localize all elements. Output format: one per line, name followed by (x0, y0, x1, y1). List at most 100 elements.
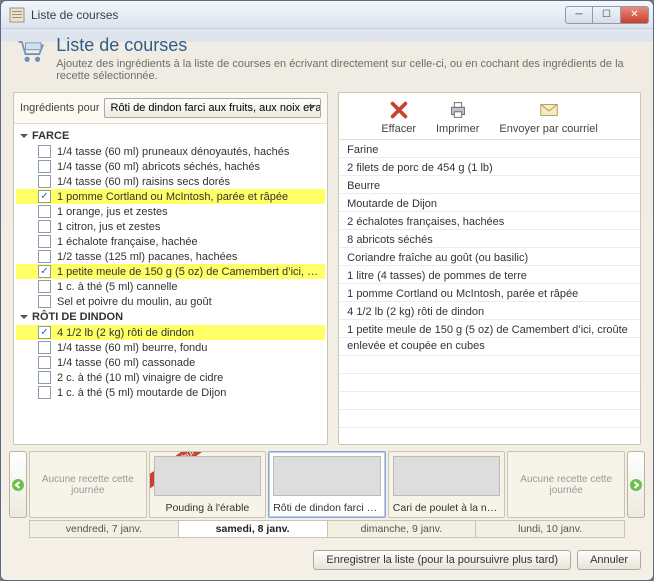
ingredient-text: 4 1/2 lb (2 kg) rôti de dindon (57, 327, 194, 339)
day-cell[interactable]: samedi, 8 janv. (178, 520, 327, 538)
ingredient-checkbox[interactable] (38, 190, 51, 203)
page-subtitle: Ajoutez des ingrédients à la liste de co… (56, 58, 639, 82)
dialog-footer: Enregistrer la liste (pour la poursuivre… (1, 544, 653, 580)
ingredient-item[interactable]: 1/4 tasse (60 ml) abricots séchés, haché… (16, 159, 325, 174)
ingredient-text: 1 échalote française, hachée (57, 236, 198, 248)
ingredient-item[interactable]: 1 citron, jus et zestes (16, 219, 325, 234)
recipe-caption: Pouding à l'érable (150, 500, 266, 517)
maximize-button[interactable]: ☐ (593, 6, 621, 24)
shopping-list[interactable]: Farine2 filets de porc de 454 g (1 lb)Be… (339, 140, 640, 444)
caret-down-icon (20, 134, 28, 142)
ingredient-checkbox[interactable] (38, 220, 51, 233)
group-header[interactable]: FARCE (16, 128, 325, 144)
ingredient-item[interactable]: 4 1/2 lb (2 kg) rôti de dindon (16, 325, 325, 340)
ingredient-checkbox[interactable] (38, 371, 51, 384)
cancel-button[interactable]: Annuler (577, 550, 641, 570)
ingredient-item[interactable]: 1/2 tasse (125 ml) pacanes, hachées (16, 249, 325, 264)
ingredient-item[interactable]: 1/4 tasse (60 ml) beurre, fondu (16, 340, 325, 355)
ingredient-checkbox[interactable] (38, 295, 51, 308)
recipe-card[interactable]: Aucune recette cette journée (507, 451, 625, 518)
day-cell[interactable]: vendredi, 7 janv. (29, 520, 178, 538)
recipe-card[interactable]: Cari de poulet à la noix … (388, 451, 506, 518)
recipe-card[interactable]: Aujourd'huiPouding à l'érable (149, 451, 267, 518)
ingredient-item[interactable]: 1 c. à thé (5 ml) cannelle (16, 279, 325, 294)
page-header: Liste de courses Ajoutez des ingrédients… (1, 29, 653, 92)
shopping-list-row[interactable]: 8 abricots séchés (339, 230, 640, 248)
caret-down-icon (20, 315, 28, 323)
ingredient-text: 1 citron, jus et zestes (57, 221, 160, 233)
ingredient-text: 1/4 tasse (60 ml) abricots séchés, haché… (57, 161, 260, 173)
ingredient-item[interactable]: 1 orange, jus et zestes (16, 204, 325, 219)
cart-icon (15, 35, 46, 71)
titlebar[interactable]: Liste de courses ─ ☐ ✕ (1, 1, 653, 29)
ingredient-checkbox[interactable] (38, 175, 51, 188)
ingredient-checkbox[interactable] (38, 265, 51, 278)
shopping-list-row[interactable]: 2 filets de porc de 454 g (1 lb) (339, 158, 640, 176)
list-toolbar: Effacer Imprimer Envoyer par courriel (339, 93, 640, 140)
no-recipe-label: Aucune recette cette journée (512, 456, 620, 513)
ingredients-for-label: Ingrédients pour (20, 102, 100, 114)
shopping-list-row[interactable]: Farine (339, 140, 640, 158)
minimize-button[interactable]: ─ (565, 6, 593, 24)
ingredient-checkbox[interactable] (38, 386, 51, 399)
ingredient-checkbox[interactable] (38, 341, 51, 354)
recipe-caption: Cari de poulet à la noix … (389, 500, 505, 517)
delete-label: Effacer (381, 123, 416, 135)
shopping-list-row[interactable]: Coriandre fraîche au goût (ou basilic) (339, 248, 640, 266)
window-title: Liste de courses (31, 8, 565, 22)
ingredient-checkbox[interactable] (38, 160, 51, 173)
delete-button[interactable]: Effacer (381, 99, 416, 135)
shopping-list-row[interactable]: 1 petite meule de 150 g (5 oz) de Camemb… (339, 320, 640, 356)
save-list-button[interactable]: Enregistrer la liste (pour la poursuivre… (313, 550, 571, 570)
ingredient-checkbox[interactable] (38, 145, 51, 158)
ingredient-checkbox[interactable] (38, 280, 51, 293)
ingredient-item[interactable]: Sel et poivre du moulin, au goût (16, 294, 325, 309)
ingredient-item[interactable]: 1/4 tasse (60 ml) cassonade (16, 355, 325, 370)
ingredients-tree[interactable]: FARCE1/4 tasse (60 ml) pruneaux dénoyaut… (14, 124, 327, 444)
close-button[interactable]: ✕ (621, 6, 649, 24)
chevron-right-icon (629, 478, 643, 492)
email-button[interactable]: Envoyer par courriel (499, 99, 597, 135)
ingredient-item[interactable]: 1 petite meule de 150 g (5 oz) de Camemb… (16, 264, 325, 279)
shopping-list-row[interactable]: 2 échalotes françaises, hachées (339, 212, 640, 230)
ingredient-item[interactable]: 1/4 tasse (60 ml) raisins secs dorés (16, 174, 325, 189)
ingredient-text: 1 orange, jus et zestes (57, 206, 168, 218)
ingredient-text: Sel et poivre du moulin, au goût (57, 296, 212, 308)
no-recipe-label: Aucune recette cette journée (34, 456, 142, 513)
carousel-prev-button[interactable] (9, 451, 27, 518)
shopping-list-row[interactable]: Moutarde de Dijon (339, 194, 640, 212)
recipe-thumbnail (154, 456, 262, 496)
recipe-card[interactable]: Aucune recette cette journée (29, 451, 147, 518)
ingredient-text: 1 pomme Cortland ou McIntosh, parée et r… (57, 191, 288, 203)
recipe-select-value: Rôti de dindon farci aux fruits, aux noi… (111, 102, 322, 114)
ingredient-checkbox[interactable] (38, 356, 51, 369)
carousel-next-button[interactable] (627, 451, 645, 518)
ingredient-item[interactable]: 1 échalote française, hachée (16, 234, 325, 249)
ingredient-text: 1/4 tasse (60 ml) cassonade (57, 357, 195, 369)
recipe-select[interactable]: Rôti de dindon farci aux fruits, aux noi… (104, 98, 322, 118)
ingredient-text: 1/4 tasse (60 ml) raisins secs dorés (57, 176, 230, 188)
ingredient-checkbox[interactable] (38, 326, 51, 339)
shopping-list-row[interactable]: 1 litre (4 tasses) de pommes de terre (339, 266, 640, 284)
shopping-list-row[interactable]: 4 1/2 lb (2 kg) rôti de dindon (339, 302, 640, 320)
ingredient-item[interactable]: 1 pomme Cortland ou McIntosh, parée et r… (16, 189, 325, 204)
ingredient-checkbox[interactable] (38, 235, 51, 248)
recipe-card[interactable]: Rôti de dindon farci aux … (268, 451, 386, 518)
ingredient-text: 1 c. à thé (5 ml) cannelle (57, 281, 177, 293)
ingredient-item[interactable]: 2 c. à thé (10 ml) vinaigre de cidre (16, 370, 325, 385)
ingredient-checkbox[interactable] (38, 250, 51, 263)
day-cell[interactable]: dimanche, 9 janv. (327, 520, 476, 538)
ingredient-item[interactable]: 1 c. à thé (5 ml) moutarde de Dijon (16, 385, 325, 400)
shopping-list-row[interactable]: 1 pomme Cortland ou McIntosh, parée et r… (339, 284, 640, 302)
ingredient-item[interactable]: 1/4 tasse (60 ml) pruneaux dénoyautés, h… (16, 144, 325, 159)
recipe-thumbnail (393, 456, 501, 496)
app-icon (9, 7, 25, 23)
print-button[interactable]: Imprimer (436, 99, 479, 135)
ingredient-text: 2 c. à thé (10 ml) vinaigre de cidre (57, 372, 223, 384)
shopping-list-row[interactable]: Beurre (339, 176, 640, 194)
delete-icon (388, 99, 410, 121)
ingredient-checkbox[interactable] (38, 205, 51, 218)
day-cell[interactable]: lundi, 10 janv. (475, 520, 625, 538)
email-label: Envoyer par courriel (499, 123, 597, 135)
group-header[interactable]: RÔTI DE DINDON (16, 309, 325, 325)
